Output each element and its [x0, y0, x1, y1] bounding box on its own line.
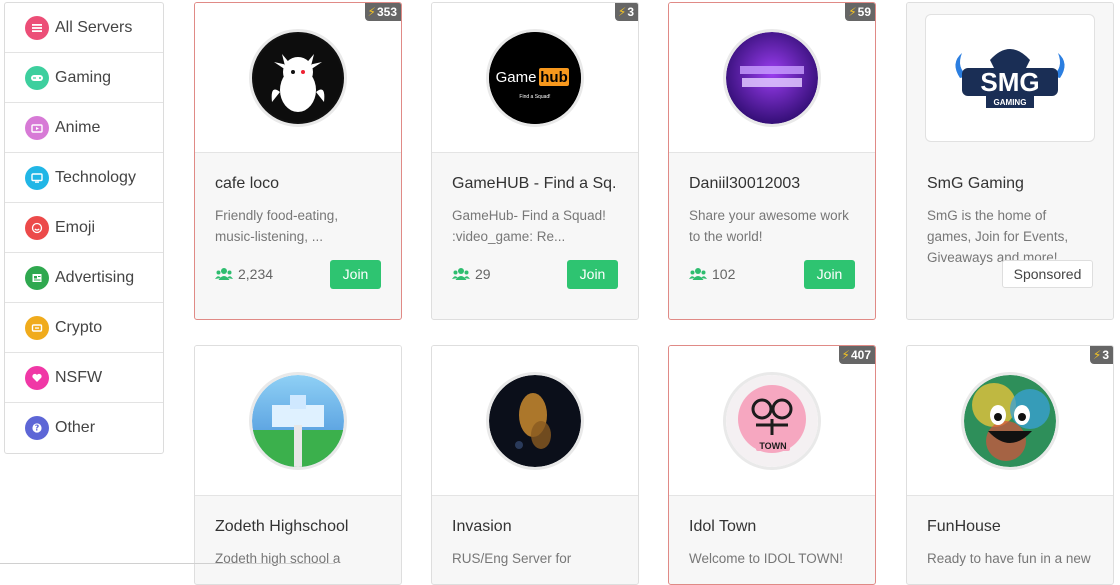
- lightning-icon: ⚡: [1092, 348, 1102, 362]
- lightning-icon: ⚡: [617, 5, 627, 19]
- category-crypto[interactable]: Crypto: [5, 303, 163, 353]
- card-header: ⚡ 59: [669, 3, 875, 153]
- member-count: 2,234: [215, 266, 273, 282]
- server-card[interactable]: ⚡ 407 TOWN Idol Town Welcome to IDOL TOWN…: [668, 345, 876, 585]
- coin-icon: [25, 315, 49, 340]
- category-label: Anime: [55, 118, 101, 136]
- category-label: All Servers: [55, 18, 133, 36]
- svg-text:Find a Squad!: Find a Squad!: [519, 94, 550, 100]
- card-header: ⚡ 3 Game hub Find a Squad!: [432, 3, 638, 153]
- boost-badge: ⚡ 59: [845, 3, 875, 21]
- category-nsfw[interactable]: NSFW: [5, 353, 163, 403]
- server-description: Welcome to IDOL TOWN!: [689, 551, 844, 566]
- server-name[interactable]: Zodeth Highschool: [215, 518, 381, 538]
- server-name[interactable]: Daniil30012003: [689, 175, 855, 195]
- users-icon: [215, 268, 233, 280]
- users-icon: [689, 268, 707, 280]
- category-label: Advertising: [55, 268, 135, 286]
- server-avatar: [723, 28, 821, 127]
- server-description: Share your awesome work to the world!: [689, 208, 849, 244]
- divider: [0, 563, 335, 564]
- category-anime[interactable]: Anime: [5, 103, 163, 153]
- category-gaming[interactable]: Gaming: [5, 53, 163, 103]
- lightning-icon: ⚡: [848, 5, 857, 19]
- lightning-icon: ⚡: [841, 348, 850, 362]
- boost-badge: ⚡ 3: [614, 3, 638, 21]
- server-card[interactable]: ⚡ 59 Daniil30012003 Share your awesome wo…: [668, 2, 876, 320]
- heart-icon: [25, 365, 49, 390]
- server-description: Ready to have fun in a new: [927, 551, 1091, 566]
- server-description: Friendly food-eating, music-listening, .…: [215, 208, 339, 244]
- svg-text:?: ?: [35, 424, 40, 433]
- category-all-servers[interactable]: All Servers: [5, 3, 163, 53]
- server-avatar: TOWN: [723, 371, 821, 470]
- boost-badge: ⚡ 353: [364, 3, 401, 21]
- question-icon: ?: [25, 416, 49, 440]
- svg-text:TOWN: TOWN: [759, 441, 786, 451]
- newspaper-icon: [25, 265, 49, 290]
- card-header: [432, 346, 638, 496]
- list-icon: [25, 15, 49, 40]
- member-count: 29: [452, 266, 491, 282]
- card-header: [195, 346, 401, 496]
- monitor-icon: [25, 165, 49, 190]
- category-emoji[interactable]: Emoji: [5, 203, 163, 253]
- category-label: Emoji: [55, 218, 96, 236]
- category-advertising[interactable]: Advertising: [5, 253, 163, 303]
- server-name[interactable]: Idol Town: [689, 518, 855, 538]
- server-card[interactable]: Invasion RUS/Eng Server for: [431, 345, 639, 585]
- category-label: Crypto: [55, 318, 103, 336]
- svg-text:SMG: SMG: [980, 67, 1039, 97]
- card-header: ⚡ 407 TOWN: [669, 346, 875, 496]
- category-label: Gaming: [55, 68, 112, 86]
- svg-text:GAMING: GAMING: [994, 98, 1027, 107]
- server-avatar: [249, 28, 347, 127]
- server-description: GameHub- Find a Squad! :video_game: Re..…: [452, 208, 606, 244]
- join-button[interactable]: Join: [330, 259, 381, 289]
- server-avatar: [961, 371, 1059, 470]
- join-button[interactable]: Join: [804, 259, 855, 289]
- server-description: Zodeth high school a: [215, 551, 341, 566]
- server-card[interactable]: ⚡ 3 Game hub Find a Squad! GameHUB - Find…: [431, 2, 639, 320]
- card-header: ⚡ 3: [907, 346, 1113, 496]
- server-name[interactable]: GameHUB - Find a Sq...: [452, 175, 618, 195]
- smile-icon: [25, 215, 49, 240]
- category-label: Technology: [55, 168, 136, 186]
- category-sidebar: All Servers Gaming Anime Technology Emoj…: [4, 2, 164, 454]
- server-card[interactable]: ⚡ 3 FunHouse Ready to have fun in a new: [906, 345, 1114, 585]
- users-icon: [452, 268, 470, 280]
- category-other[interactable]: ? Other: [5, 403, 163, 453]
- server-avatar: Game hub Find a Squad!: [486, 28, 584, 127]
- server-card[interactable]: ⚡ 353 cafe loco Friendly food-eating, mus…: [194, 2, 402, 320]
- category-label: NSFW: [55, 368, 103, 386]
- join-button[interactable]: Join: [567, 259, 618, 289]
- boost-badge: ⚡ 407: [838, 346, 875, 364]
- server-avatar: [486, 371, 584, 470]
- server-name[interactable]: SmG Gaming: [927, 175, 1093, 195]
- server-avatar: [249, 371, 347, 470]
- tv-icon: [25, 115, 49, 140]
- svg-text:hub: hub: [540, 69, 568, 86]
- boost-badge: ⚡ 3: [1089, 346, 1113, 364]
- server-name[interactable]: Invasion: [452, 518, 618, 538]
- category-label: Other: [55, 419, 96, 436]
- lightning-icon: ⚡: [367, 5, 376, 19]
- category-technology[interactable]: Technology: [5, 153, 163, 203]
- svg-text:Game: Game: [496, 69, 537, 86]
- server-description: RUS/Eng Server for: [452, 551, 572, 566]
- server-card[interactable]: SMG GAMING SmG Gaming SmG is the home of…: [906, 2, 1114, 320]
- card-header: SMG GAMING: [907, 3, 1113, 153]
- server-banner: SMG GAMING: [925, 14, 1095, 142]
- server-card[interactable]: Zodeth Highschool Zodeth high school a: [194, 345, 402, 585]
- server-name[interactable]: cafe loco: [215, 175, 381, 195]
- server-name[interactable]: FunHouse: [927, 518, 1093, 538]
- gamepad-icon: [25, 65, 49, 90]
- member-count: 102: [689, 266, 735, 282]
- card-header: ⚡ 353: [195, 3, 401, 153]
- sponsored-label: Sponsored: [1002, 260, 1093, 288]
